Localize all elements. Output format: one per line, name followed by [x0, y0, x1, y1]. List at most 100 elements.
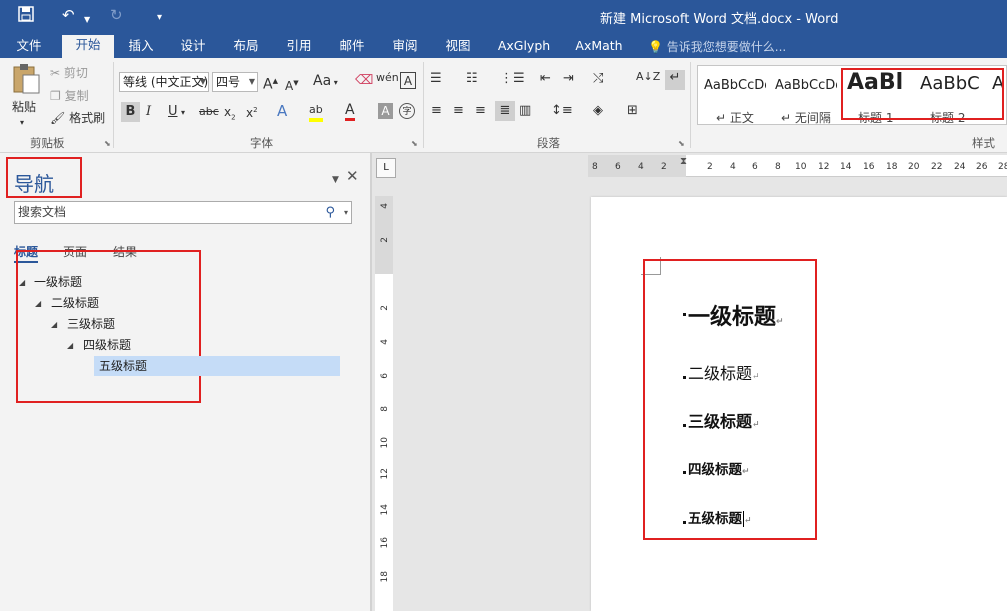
italic-icon[interactable]: I [146, 104, 151, 120]
grow-font-icon[interactable]: A▲ [263, 73, 278, 93]
tab-axglyph[interactable]: AxGlyph [492, 36, 556, 58]
format-painter-label: 格式刷 [69, 111, 106, 125]
copy-icon: ❐ [50, 89, 61, 103]
character-shading-icon[interactable]: A [378, 103, 393, 119]
tab-file[interactable]: 文件 [6, 36, 52, 58]
window-title: 新建 Microsoft Word 文档.docx - Word [600, 12, 839, 27]
nav-heading-item[interactable]: 五级标题 [99, 356, 147, 376]
font-size-combo[interactable]: 四号 ▼ [212, 72, 258, 92]
navigation-pane: 导航 ▼ ✕ 搜索文档 ⚲ ▾ 标题 页面 结果 ◢ 一级标题 ◢ 二级标题 ◢… [0, 153, 370, 611]
tab-home[interactable]: 开始 [62, 35, 114, 58]
collapse-arrow-icon[interactable]: ◢ [35, 299, 41, 308]
align-left-icon[interactable]: ≡ [431, 103, 442, 119]
bullets-icon[interactable]: ☰ [430, 71, 442, 87]
clear-formatting-icon[interactable]: ⌫ [355, 73, 373, 89]
collapse-arrow-icon[interactable]: ◢ [19, 278, 25, 287]
ruler-tick: 14 [380, 504, 390, 516]
underline-icon[interactable]: U [168, 104, 178, 120]
character-border-icon[interactable]: A [400, 72, 416, 89]
bold-icon[interactable]: B [121, 102, 140, 122]
ribbon-tab-bar: 文件 开始 插入 设计 布局 引用 邮件 审阅 视图 AxGlyph AxMat… [0, 32, 1007, 58]
shrink-font-icon[interactable]: A▼ [285, 75, 299, 94]
search-document-input[interactable]: 搜索文档 ⚲ ▾ [14, 201, 352, 224]
font-name-combo[interactable]: 等线 (中文正文) ▼ [119, 72, 209, 92]
borders-icon[interactable]: ⊞ [627, 103, 638, 119]
align-right-icon[interactable]: ≡ [475, 103, 486, 119]
tab-design[interactable]: 设计 [170, 36, 216, 58]
save-icon[interactable] [18, 6, 34, 26]
chinese-layout-icon[interactable]: ⤭ [593, 71, 603, 87]
tab-view[interactable]: 视图 [435, 36, 481, 58]
ruler-tick: 16 [863, 162, 875, 172]
enclose-character-icon[interactable]: 字 [399, 103, 415, 119]
paste-icon[interactable] [10, 63, 42, 95]
ruler-tick: 4 [380, 339, 390, 345]
nav-heading-item[interactable]: 三级标题 [67, 314, 115, 334]
line-spacing-icon[interactable]: ↕≡ [551, 103, 573, 119]
multilevel-list-icon[interactable]: ⋮☰ [500, 71, 525, 87]
ruler-tick: 4 [638, 162, 644, 172]
ruler-tick: 22 [931, 162, 943, 172]
close-icon[interactable]: ✕ [346, 167, 359, 185]
ruler-tick: 26 [976, 162, 988, 172]
paragraph-launcher-icon[interactable]: ⬊ [678, 139, 685, 148]
clipboard-launcher-icon[interactable]: ⬊ [104, 139, 111, 148]
change-case-button[interactable]: Aa ▾ [313, 72, 338, 92]
superscript-icon[interactable]: x2 [246, 102, 258, 121]
copy-button[interactable]: ❐ 复制 [50, 87, 89, 105]
style-normal-name: ↵ 正文 [716, 111, 754, 125]
strikethrough-icon[interactable]: abc [199, 104, 219, 120]
highlight-icon[interactable]: ab [309, 102, 323, 122]
decrease-indent-icon[interactable]: ⇤ [540, 71, 551, 87]
search-options-icon[interactable]: ▾ [344, 202, 348, 223]
show-marks-icon[interactable]: ↵ [665, 70, 685, 90]
ruler-tick: 16 [380, 537, 390, 549]
format-painter-button[interactable]: 🖌 格式刷 [50, 109, 105, 127]
phonetic-guide-icon[interactable]: wén [376, 70, 399, 86]
tell-me-box[interactable]: 💡 告诉我您想要做什么... [648, 38, 786, 55]
nav-heading-item[interactable]: 四级标题 [83, 335, 131, 355]
nav-heading-item[interactable]: 一级标题 [34, 272, 82, 292]
indent-marker-icon[interactable]: ⧗ [680, 156, 687, 167]
align-center-icon[interactable]: ≡ [453, 103, 464, 119]
collapse-arrow-icon[interactable]: ◢ [51, 320, 57, 329]
shading-icon[interactable]: ◈ [593, 103, 603, 119]
increase-indent-icon[interactable]: ⇥ [563, 71, 574, 87]
tab-references[interactable]: 引用 [276, 36, 322, 58]
font-color-icon[interactable]: A [345, 102, 355, 121]
sort-icon[interactable]: A↓Z [636, 69, 660, 85]
numbering-icon[interactable]: ☷ [466, 71, 478, 87]
pane-options-icon[interactable]: ▼ [332, 171, 339, 189]
redo-icon[interactable]: ↻ [110, 6, 123, 24]
tab-axmath[interactable]: AxMath [568, 36, 630, 58]
ruler-tick: 8 [775, 162, 781, 172]
ruler-tick: 6 [615, 162, 621, 172]
lightbulb-icon: 💡 [648, 40, 663, 54]
tab-selector-button[interactable]: L [376, 158, 396, 178]
ribbon: 粘贴 ▾ ✂ 剪切 ❐ 复制 🖌 格式刷 剪贴板 ⬊ 等线 (中文正文) ▼ 四号… [0, 58, 1007, 153]
tab-layout[interactable]: 布局 [223, 36, 269, 58]
ruler-tick: 18 [886, 162, 898, 172]
collapse-arrow-icon[interactable]: ◢ [67, 341, 73, 350]
cut-button[interactable]: ✂ 剪切 [50, 64, 88, 82]
highlight-box-nav-title [6, 157, 82, 198]
text-effects-icon[interactable]: A [277, 103, 287, 119]
justify-icon[interactable]: ≣ [495, 101, 515, 121]
underline-dropdown-icon[interactable]: ▾ [181, 105, 185, 121]
distributed-icon[interactable]: ▥ [519, 103, 531, 119]
group-divider [690, 62, 691, 148]
undo-dropdown-icon[interactable]: ▼ [84, 11, 90, 29]
paste-dropdown-icon[interactable]: ▾ [20, 114, 24, 132]
ruler-tick: 18 [380, 571, 390, 583]
undo-icon[interactable]: ↶ [62, 6, 75, 24]
font-launcher-icon[interactable]: ⬊ [411, 139, 418, 148]
ruler-tick: 2 [707, 162, 713, 172]
customize-quick-access-icon[interactable]: ▾ [157, 9, 162, 27]
search-icon[interactable]: ⚲ [325, 202, 335, 223]
highlight-box-heading-styles [841, 68, 1004, 120]
subscript-icon[interactable]: x2 [224, 104, 236, 125]
tab-mailings[interactable]: 邮件 [329, 36, 375, 58]
nav-heading-item[interactable]: 二级标题 [51, 293, 99, 313]
tab-review[interactable]: 审阅 [382, 36, 428, 58]
tab-insert[interactable]: 插入 [118, 36, 164, 58]
